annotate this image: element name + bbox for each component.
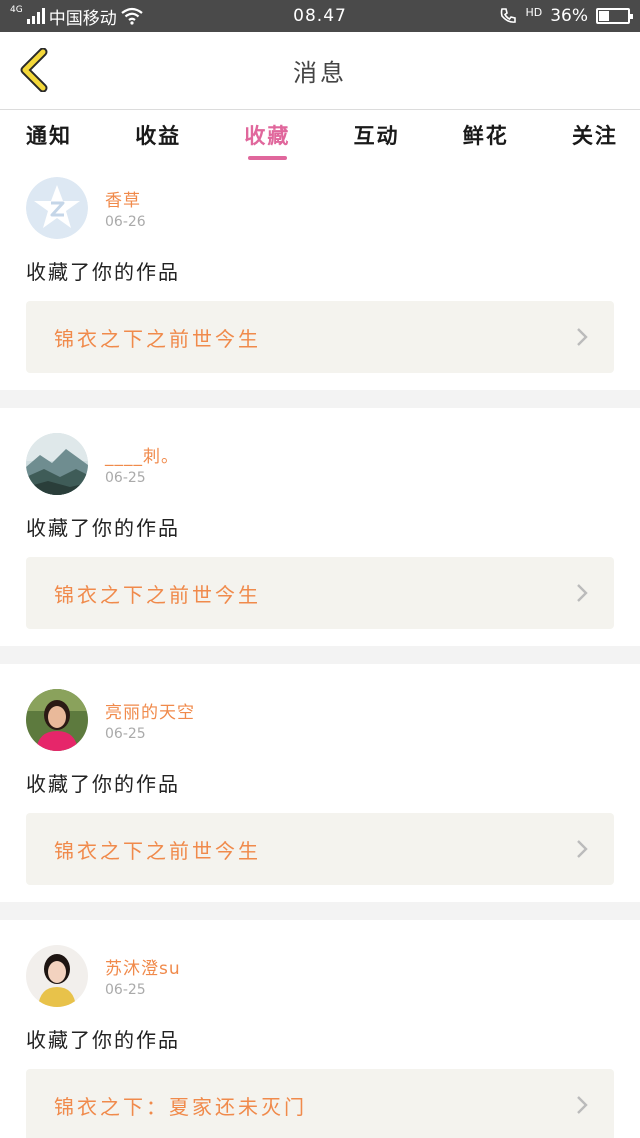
user-name[interactable]: 苏沐澄su	[105, 954, 181, 979]
chevron-right-icon	[577, 1096, 588, 1114]
chevron-left-icon	[20, 48, 48, 92]
message-header: 苏沐澄su 06-25	[26, 945, 614, 1007]
work-title: 锦衣之下之前世今生	[54, 582, 261, 607]
work-link[interactable]: 锦衣之下之前世今生	[26, 301, 614, 373]
message-header: 香草 06-26	[26, 177, 614, 239]
status-left: 4G 中国移动	[10, 4, 143, 29]
landscape-avatar-icon	[26, 433, 88, 495]
nav-bar: 消息	[0, 32, 640, 110]
work-link[interactable]: 锦衣之下之前世今生	[26, 813, 614, 885]
avatar[interactable]	[26, 945, 88, 1007]
back-button[interactable]	[14, 48, 54, 92]
avatar[interactable]	[26, 177, 88, 239]
message-date: 06-25	[105, 726, 146, 742]
tab-notify[interactable]: 通知	[26, 120, 72, 160]
chevron-right-icon	[577, 328, 588, 346]
hd-label: HD	[525, 5, 543, 19]
call-icon	[501, 8, 517, 23]
user-meta: 苏沐澄su 06-25	[105, 954, 181, 998]
message-card: ____刺。 06-25 收藏了你的作品 锦衣之下之前世今生	[0, 408, 640, 646]
work-title: 锦衣之下：夏家还未灭门	[54, 1094, 307, 1119]
tab-income[interactable]: 收益	[135, 120, 181, 160]
woman-avatar-icon	[26, 689, 88, 751]
chevron-right-icon	[577, 584, 588, 602]
qq-avatar-icon	[26, 177, 88, 239]
tab-favorites[interactable]: 收藏	[244, 120, 290, 160]
battery-icon	[596, 8, 633, 24]
work-link[interactable]: 锦衣之下之前世今生	[26, 557, 614, 629]
action-text: 收藏了你的作品	[26, 516, 180, 540]
user-meta: ____刺。 06-25	[105, 442, 179, 486]
message-header: 亮丽的天空 06-25	[26, 689, 614, 751]
signal-icon	[26, 8, 45, 24]
work-link[interactable]: 锦衣之下：夏家还未灭门	[26, 1069, 614, 1138]
avatar[interactable]	[26, 689, 88, 751]
message-date: 06-25	[105, 982, 146, 998]
page-title: 消息	[293, 59, 347, 87]
message-card: 香草 06-26 收藏了你的作品 锦衣之下之前世今生	[0, 168, 640, 390]
user-name[interactable]: 亮丽的天空	[105, 698, 195, 723]
user-meta: 亮丽的天空 06-25	[105, 698, 195, 742]
carrier-name: 中国移动	[48, 8, 117, 29]
battery-percent: 36%	[550, 6, 588, 26]
status-bar: 4G 中国移动 08.47 HD 36%	[0, 0, 640, 32]
message-card: 苏沐澄su 06-25 收藏了你的作品 锦衣之下：夏家还未灭门	[0, 920, 640, 1138]
message-date: 06-25	[105, 470, 146, 486]
avatar[interactable]	[26, 433, 88, 495]
message-card: 亮丽的天空 06-25 收藏了你的作品 锦衣之下之前世今生	[0, 664, 640, 902]
action-text: 收藏了你的作品	[26, 772, 180, 796]
work-title: 锦衣之下之前世今生	[54, 838, 261, 863]
status-right: HD 36%	[499, 5, 633, 26]
tab-interaction[interactable]: 互动	[354, 120, 400, 160]
user-name[interactable]: 香草	[105, 186, 146, 211]
action-text: 收藏了你的作品	[26, 260, 180, 284]
message-header: ____刺。 06-25	[26, 433, 614, 495]
work-title: 锦衣之下之前世今生	[54, 326, 261, 351]
message-date: 06-26	[105, 214, 146, 230]
tab-flowers[interactable]: 鲜花	[463, 120, 509, 160]
user-name[interactable]: ____刺。	[105, 442, 179, 467]
tab-follow[interactable]: 关注	[572, 120, 618, 160]
wifi-icon	[121, 7, 143, 25]
tab-bar: 通知 收益 收藏 互动 鲜花 关注	[0, 110, 640, 168]
network-type: 4G	[10, 4, 23, 15]
user-meta: 香草 06-26	[105, 186, 146, 230]
chevron-right-icon	[577, 840, 588, 858]
girl-avatar-icon	[26, 945, 88, 1007]
action-text: 收藏了你的作品	[26, 1028, 180, 1052]
